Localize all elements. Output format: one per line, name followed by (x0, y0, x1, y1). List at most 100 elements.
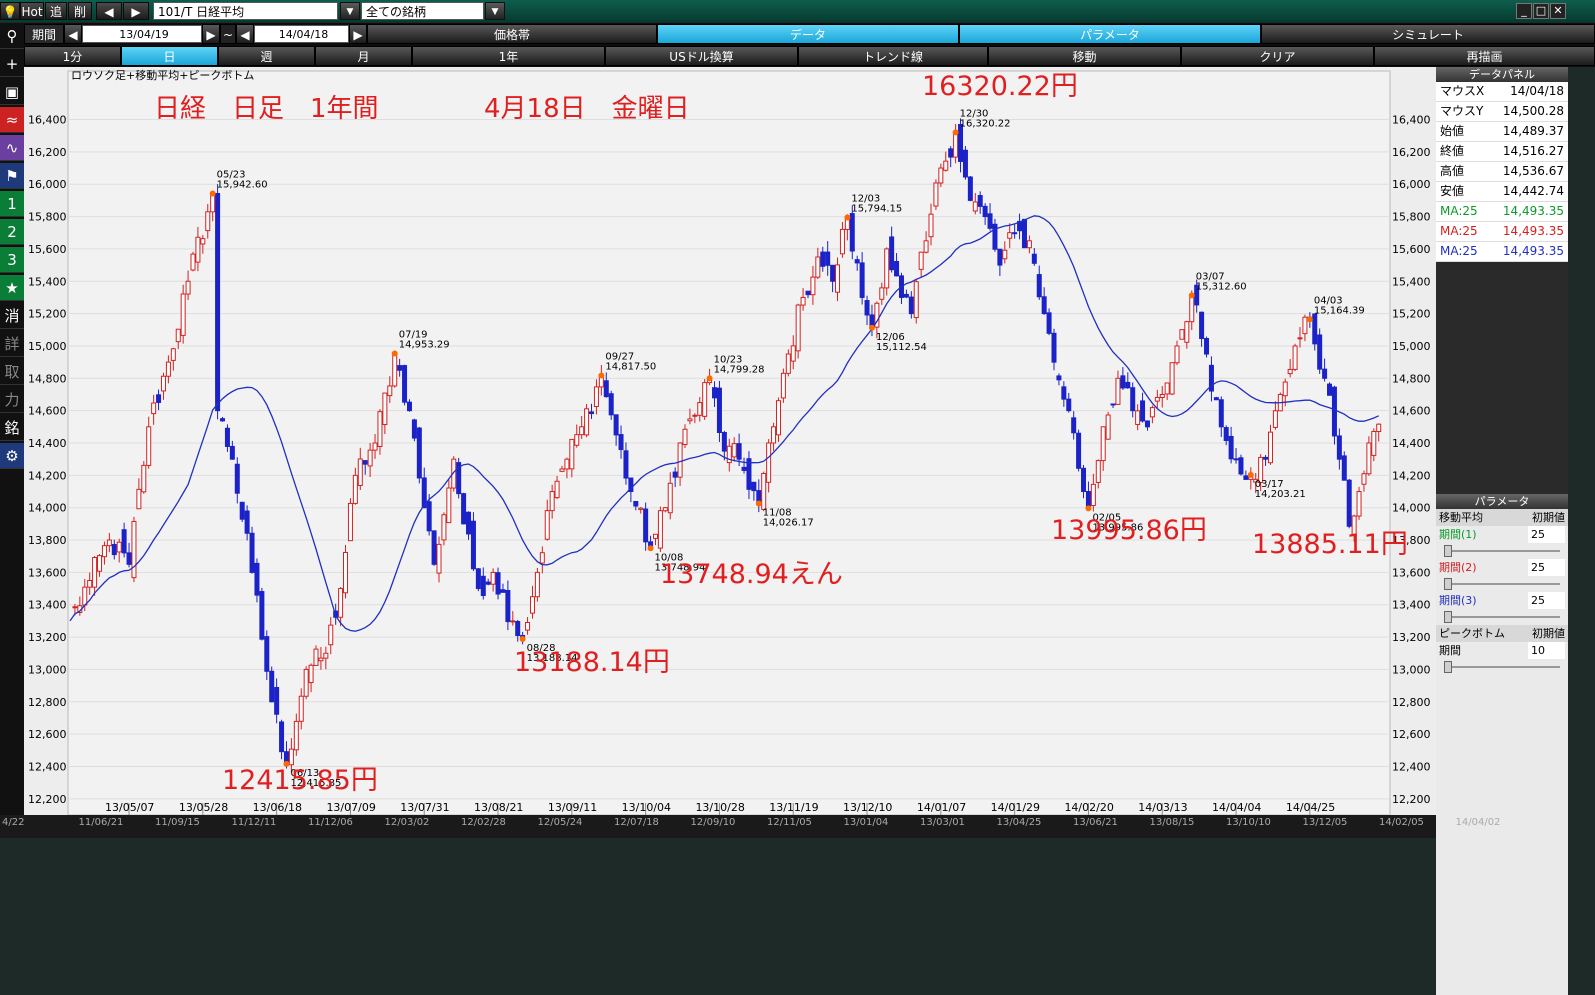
y-tick-label-left: 15,200 (28, 308, 67, 321)
filter-select[interactable]: 全ての銘柄 (361, 2, 484, 20)
gear-icon[interactable]: ⚙ (0, 443, 24, 469)
param-slider[interactable] (1436, 659, 1568, 675)
candle-body (470, 520, 476, 570)
candle-body (884, 248, 890, 289)
x-tick-label: 14/01/29 (991, 801, 1040, 814)
slider-knob[interactable] (1444, 661, 1452, 673)
candle-body (293, 720, 299, 751)
marker-value: 14,817.50 (605, 361, 656, 372)
tab-weekly[interactable]: 週 (218, 46, 315, 66)
param-value-input[interactable]: 25 (1528, 592, 1565, 609)
slider-knob[interactable] (1444, 545, 1452, 557)
param-slider[interactable] (1436, 576, 1568, 592)
preset-1-button[interactable]: 1 (0, 191, 24, 217)
tab-monthly[interactable]: 月 (315, 46, 412, 66)
symbol-field[interactable]: 101/T 日経平均 (153, 2, 338, 20)
preset-2-button[interactable]: 2 (0, 219, 24, 245)
next-arrow-icon[interactable]: ▶ (349, 24, 367, 44)
usd-convert-button[interactable]: USドル換算 (605, 46, 798, 66)
minimize-icon[interactable]: _ (1516, 3, 1532, 19)
prev-arrow-icon[interactable]: ◀ (64, 24, 82, 44)
pb-header-default[interactable]: 初期値 (1532, 625, 1565, 642)
search-icon[interactable]: ⚲ (0, 23, 24, 49)
add-button[interactable]: 追 (45, 2, 67, 20)
flag-icon[interactable]: ⚑ (0, 163, 24, 189)
bottom-date-label: 4/22 (2, 817, 25, 828)
crosshair-icon[interactable]: + (0, 51, 24, 77)
prev-arrow-icon[interactable]: ◀ (236, 24, 254, 44)
star-icon[interactable]: ★ (0, 275, 24, 301)
candle-body (682, 428, 688, 446)
tab-1year[interactable]: 1年 (412, 46, 605, 66)
candle-body (751, 481, 757, 492)
period-bar: 期間 ◀ 13/04/19 ▶ ~ ◀ 14/04/18 ▶ 価格帯 データ パ… (24, 23, 1595, 45)
tab-parameter[interactable]: パラメータ (959, 24, 1261, 44)
ma-header-label: 移動平均 (1439, 511, 1483, 524)
preset-3-button[interactable]: 3 (0, 247, 24, 273)
candle-body (392, 353, 398, 387)
sidebar-item-detail[interactable]: 詳 (0, 331, 24, 357)
chevron-down-icon[interactable]: ▼ (340, 2, 360, 20)
tab-simulate[interactable]: シミュレート (1261, 24, 1595, 44)
tab-1min[interactable]: 1分 (24, 46, 121, 66)
param-value-input[interactable]: 25 (1528, 526, 1565, 543)
sidebar-item-erase[interactable]: 消 (0, 303, 24, 329)
wave-chart-icon[interactable]: ∿ (0, 135, 24, 161)
chart-area[interactable]: 12,200 12,200 12,400 12,400 12,600 12,600 12,8… (24, 67, 1436, 816)
marker-dot (1188, 292, 1195, 299)
candle-body (569, 438, 575, 470)
candle (702, 378, 708, 420)
candle-body (1081, 467, 1087, 493)
param-value-input[interactable]: 10 (1528, 642, 1565, 659)
pb-header-label: ピークボトム (1439, 627, 1505, 640)
bottom-date-label: 12/03/02 (384, 817, 430, 828)
candlestick-chart[interactable]: 12,200 12,200 12,400 12,400 12,600 12,600 12,8… (24, 67, 1436, 816)
tab-price-band[interactable]: 価格帯 (367, 24, 657, 44)
line-chart-icon[interactable]: ≈ (0, 107, 24, 133)
period-to-field[interactable]: 14/04/18 (254, 25, 349, 43)
next-arrow-icon[interactable]: ▶ (123, 2, 149, 20)
candle-body (643, 508, 649, 543)
param-value-input[interactable]: 25 (1528, 559, 1565, 576)
camera-icon[interactable]: ▣ (0, 79, 24, 105)
bulb-icon[interactable]: 💡 (0, 2, 20, 20)
delete-button[interactable]: 削 (68, 2, 92, 20)
trendline-button[interactable]: トレンド線 (798, 46, 988, 66)
slider-knob[interactable] (1444, 578, 1452, 590)
slider-knob[interactable] (1444, 611, 1452, 623)
candle-body (1090, 483, 1096, 506)
candle-body (357, 458, 363, 486)
param-slider[interactable] (1436, 609, 1568, 625)
bottom-date-label: 11/12/06 (308, 817, 353, 828)
candle-body (160, 375, 166, 392)
candle-body (259, 591, 265, 640)
param-row: 期間 10 (1436, 642, 1568, 659)
candle-body (229, 445, 235, 460)
bottom-date-label: 12/09/10 (690, 817, 736, 828)
next-arrow-icon[interactable]: ▶ (202, 24, 220, 44)
tab-daily[interactable]: 日 (121, 46, 218, 66)
sidebar-item-stock[interactable]: 銘 (0, 415, 24, 441)
candle (411, 418, 417, 442)
prev-arrow-icon[interactable]: ◀ (96, 2, 122, 20)
candle (1076, 429, 1082, 472)
clear-button[interactable]: クリア (1181, 46, 1374, 66)
annotation-low-2: 13188.14円 (514, 647, 670, 678)
hot-button[interactable]: Hot (20, 2, 44, 20)
sidebar-item-trade[interactable]: 取 (0, 359, 24, 385)
candle-body (1110, 403, 1116, 406)
y-tick-label-right: 14,600 (1392, 405, 1431, 418)
candle-body (1095, 460, 1101, 483)
tab-data[interactable]: データ (657, 24, 959, 44)
candle-body (495, 572, 501, 595)
ma-header-default[interactable]: 初期値 (1532, 509, 1565, 526)
chevron-down-icon[interactable]: ▼ (485, 2, 505, 20)
maximize-icon[interactable]: □ (1533, 3, 1549, 19)
close-icon[interactable]: ✕ (1550, 3, 1566, 19)
period-from-field[interactable]: 13/04/19 (82, 25, 202, 43)
redraw-button[interactable]: 再描画 (1374, 46, 1595, 66)
param-slider[interactable] (1436, 543, 1568, 559)
sidebar-item-input[interactable]: 力 (0, 387, 24, 413)
move-button[interactable]: 移動 (988, 46, 1181, 66)
annotation-low-5: 13885.11円 (1252, 529, 1408, 560)
